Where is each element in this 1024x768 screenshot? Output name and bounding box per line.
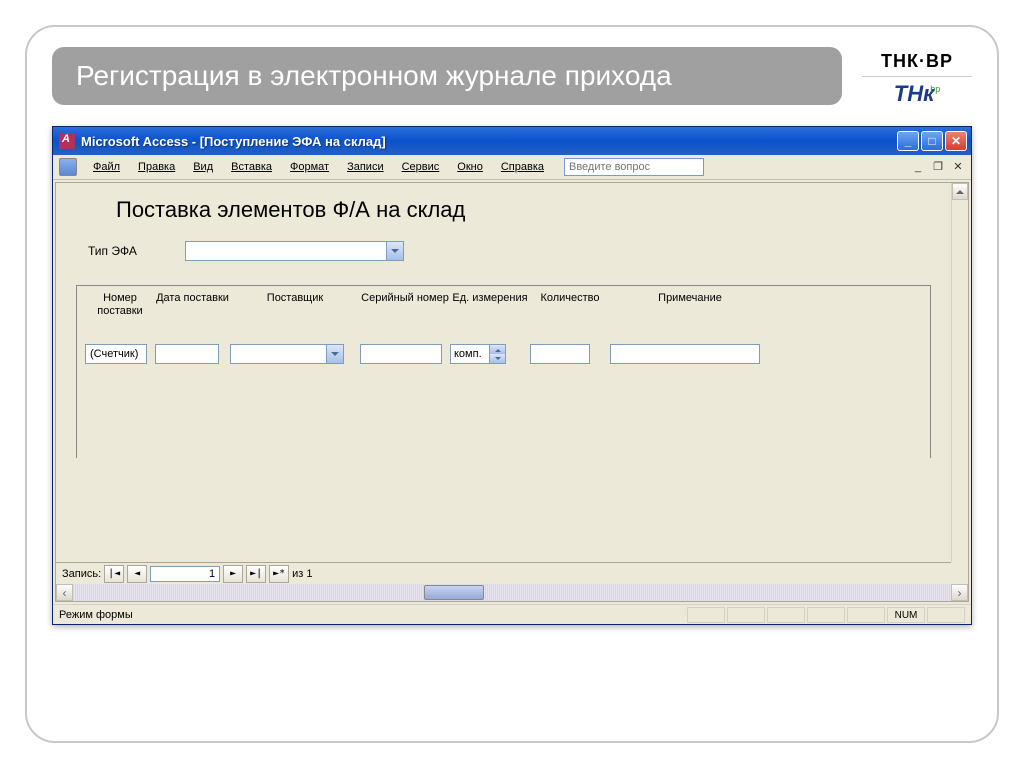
doc-minimize-button[interactable]: _ [911,160,925,174]
close-button[interactable]: ✕ [945,131,967,151]
nav-first-button[interactable]: |◄ [104,565,124,583]
col-unit: Ед. измерения [450,292,530,305]
access-app-icon [59,133,75,149]
form-view-icon[interactable] [59,158,77,176]
menu-file[interactable]: Файл [85,158,128,176]
dropdown-icon[interactable] [326,345,343,363]
logo: ТНК·BP ТНк bp [862,47,972,111]
col-note: Примечание [610,292,770,305]
col-qty: Количество [530,292,610,305]
menu-service[interactable]: Сервис [394,158,448,176]
spinner-down-icon[interactable] [490,354,505,363]
record-label: Запись: [62,568,101,580]
status-bar: Режим формы NUM [53,604,971,624]
titlebar: Microsoft Access - [Поступление ЭФА на с… [53,127,971,155]
status-cell [807,607,845,623]
cell-supplier-input[interactable] [231,345,326,363]
col-delivery-date: Дата поставки [155,292,230,305]
help-search-input[interactable] [564,158,704,176]
menu-edit[interactable]: Правка [130,158,183,176]
cell-delivery-date[interactable] [155,344,219,364]
cell-qty[interactable] [530,344,590,364]
doc-restore-button[interactable]: ❐ [931,160,945,174]
record-of-label: из [292,568,303,580]
dropdown-icon[interactable] [386,242,403,260]
horizontal-scrollbar[interactable] [56,584,968,601]
nav-new-button[interactable]: ►* [269,565,289,583]
type-input[interactable] [186,242,386,260]
record-total: 1 [306,568,312,580]
col-delivery-no: Номер поставки [85,292,155,318]
cell-note[interactable] [610,344,760,364]
status-cell [927,607,965,623]
scroll-right-icon[interactable] [951,584,968,601]
status-cell [767,607,805,623]
menu-window[interactable]: Окно [449,158,491,176]
spinner-up-icon[interactable] [490,345,505,354]
minimize-button[interactable]: _ [897,131,919,151]
status-cell [687,607,725,623]
cell-supplier-combo[interactable] [230,344,344,364]
scroll-thumb[interactable] [424,585,484,600]
logo-text-top: ТНК·BP [862,47,972,77]
col-serial: Серийный номер [360,292,450,305]
slide-title: Регистрация в электронном журнале приход… [52,47,842,105]
cell-unit-input[interactable] [451,345,489,363]
cell-unit-spinner[interactable] [450,344,506,364]
status-cell [847,607,885,623]
menu-insert[interactable]: Вставка [223,158,280,176]
menu-help[interactable]: Справка [493,158,552,176]
grid-row [77,340,930,368]
scroll-track[interactable] [73,584,951,601]
vertical-scrollbar[interactable] [951,183,968,562]
type-combo[interactable] [185,241,404,261]
nav-next-button[interactable]: ► [223,565,243,583]
nav-last-button[interactable]: ►| [246,565,266,583]
col-supplier: Поставщик [230,292,360,305]
menu-format[interactable]: Формат [282,158,337,176]
status-num: NUM [887,607,925,623]
cell-delivery-no[interactable] [85,344,147,364]
form-heading: Поставка элементов Ф/А на склад [116,197,931,223]
menu-view[interactable]: Вид [185,158,221,176]
status-mode: Режим формы [59,609,133,621]
access-window: Microsoft Access - [Поступление ЭФА на с… [52,126,972,625]
scroll-up-icon[interactable] [952,183,968,200]
menubar: Файл Правка Вид Вставка Формат Записи Се… [53,155,971,180]
maximize-button[interactable]: □ [921,131,943,151]
scroll-left-icon[interactable] [56,584,73,601]
menu-records[interactable]: Записи [339,158,392,176]
form-area: Поставка элементов Ф/А на склад Тип ЭФА … [55,182,969,602]
nav-prev-button[interactable]: ◄ [127,565,147,583]
status-cell [727,607,765,623]
record-number-input[interactable] [150,566,220,582]
logo-tnk: ТНк [894,81,934,107]
type-label: Тип ЭФА [88,244,137,258]
cell-serial[interactable] [360,344,442,364]
window-title: Microsoft Access - [Поступление ЭФА на с… [81,134,897,149]
doc-close-button[interactable]: ✕ [951,160,965,174]
record-navigator: Запись: |◄ ◄ ► ►| ►* из 1 [56,562,951,584]
subform-grid: Номер поставки Дата поставки Поставщик С… [76,285,931,458]
logo-bp-label: bp [930,84,940,94]
